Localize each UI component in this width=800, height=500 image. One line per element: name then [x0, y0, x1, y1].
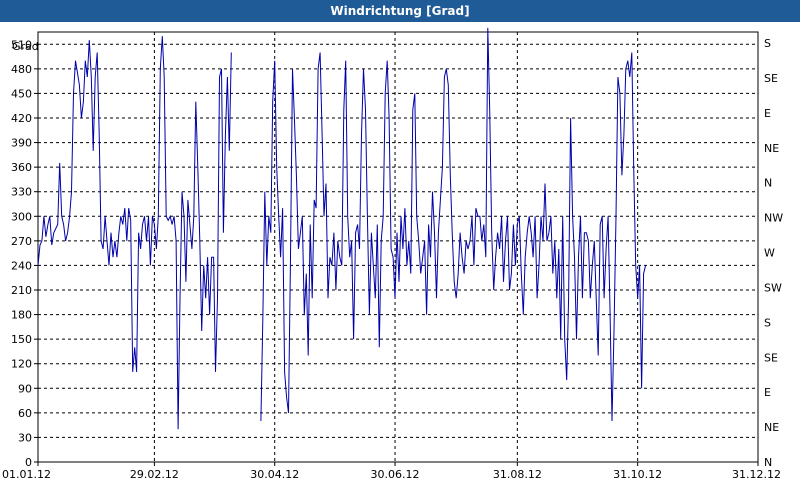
right-tick-label: NE — [764, 421, 779, 434]
y-tick-label: 300 — [11, 210, 32, 223]
y-tick-label: 420 — [11, 112, 32, 125]
right-tick-label: SE — [764, 72, 778, 85]
x-tick-label: 01.01.12 — [2, 468, 51, 481]
x-tick-label: 31.12.12 — [732, 468, 781, 481]
wind-direction-chart: 0306090120150180210240270300330360390420… — [2, 27, 783, 481]
right-tick-label: SE — [764, 351, 778, 364]
y-tick-label: 390 — [11, 137, 32, 150]
y-tick-label: 210 — [11, 284, 32, 297]
right-axis-ticks: NNEESESSWWNWNNEESES — [764, 37, 783, 469]
right-tick-label: NW — [764, 212, 783, 225]
y-tick-label: 180 — [11, 309, 32, 322]
x-tick-label: 31.10.12 — [613, 468, 662, 481]
right-tick-label: N — [764, 177, 772, 190]
right-tick-label: S — [764, 316, 771, 329]
right-tick-label: S — [764, 37, 771, 50]
x-tick-label: 31.08.12 — [493, 468, 542, 481]
y-tick-label: 30 — [18, 431, 32, 444]
x-tick-label: 30.04.12 — [250, 468, 299, 481]
y-tick-label: 60 — [18, 407, 32, 420]
y-tick-label: 450 — [11, 87, 32, 100]
right-tick-label: E — [764, 107, 771, 120]
y-axis-label: Grad — [12, 40, 39, 53]
right-tick-label: NE — [764, 142, 779, 155]
x-axis-ticks: 01.01.12 29.02.12 30.04.12 30.06.12 31.08.12… — [2, 462, 781, 481]
y-axis-ticks: 0306090120150180210240270300330360390420… — [11, 38, 38, 469]
x-tick-label: 30.06.12 — [371, 468, 420, 481]
right-tick-label: SW — [764, 281, 782, 294]
y-tick-label: 240 — [11, 259, 32, 272]
y-tick-label: 90 — [18, 382, 32, 395]
y-tick-label: 120 — [11, 358, 32, 371]
y-tick-label: 270 — [11, 235, 32, 248]
y-tick-label: 150 — [11, 333, 32, 346]
right-tick-label: E — [764, 386, 771, 399]
y-tick-label: 480 — [11, 63, 32, 76]
right-tick-label: W — [764, 247, 775, 260]
y-tick-label: 330 — [11, 186, 32, 199]
y-tick-label: 360 — [11, 161, 32, 174]
x-tick-label: 29.02.12 — [130, 468, 179, 481]
